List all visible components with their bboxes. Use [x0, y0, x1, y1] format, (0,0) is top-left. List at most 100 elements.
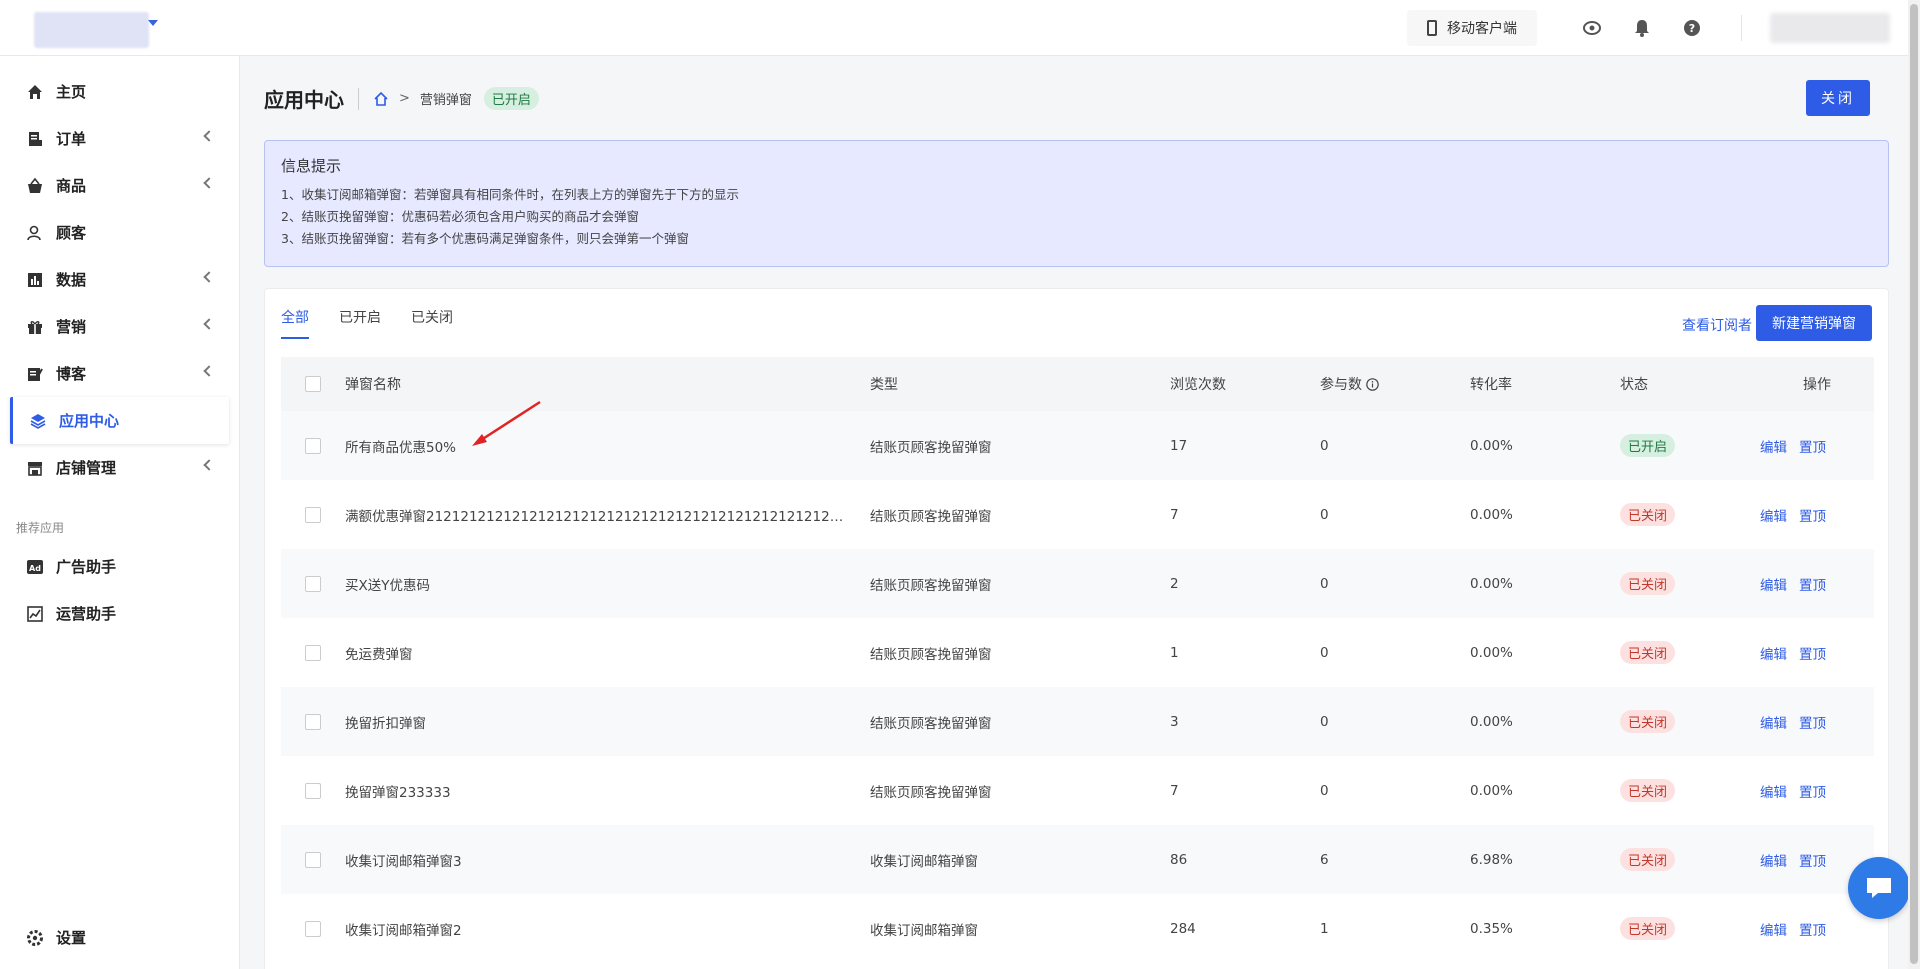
pin-to-top-link[interactable]: 置顶 — [1799, 574, 1826, 594]
home-icon — [26, 83, 44, 101]
popup-views: 2 — [1170, 575, 1179, 592]
scrollbar-thumb[interactable] — [1910, 4, 1918, 964]
edit-link[interactable]: 编辑 — [1760, 712, 1787, 732]
topbar-divider — [1741, 15, 1742, 41]
page-scrollbar[interactable] — [1908, 0, 1920, 969]
help-icon[interactable]: ? — [1667, 0, 1717, 56]
user-account[interactable] — [1770, 13, 1890, 43]
tab-all[interactable]: 全部 — [281, 307, 309, 339]
chat-support-button[interactable] — [1848, 857, 1910, 919]
sidebar-item-label: 广告助手 — [56, 558, 117, 576]
info-line: 2、结账页挽留弹窗：优惠码若必须包含用户购买的商品才会弹窗 — [281, 209, 639, 224]
pin-to-top-link[interactable]: 置顶 — [1799, 643, 1826, 663]
breadcrumb-separator: > — [399, 91, 410, 106]
view-subscribers-link[interactable]: 查看订阅者 — [1682, 315, 1752, 335]
popup-name: 收集订阅邮箱弹窗2 — [345, 922, 462, 939]
popup-type: 结账页顾客挽留弹窗 — [870, 439, 992, 456]
pin-to-top-link[interactable]: 置顶 — [1799, 712, 1826, 732]
edit-link[interactable]: 编辑 — [1760, 781, 1787, 801]
sidebar-item-label: 顾客 — [56, 224, 87, 242]
sidebar-item-customers[interactable]: 顾客 — [0, 209, 239, 256]
new-popup-button[interactable]: 新建营销弹窗 — [1756, 305, 1872, 341]
popup-type: 结账页顾客挽留弹窗 — [870, 646, 992, 663]
table-row: 挽留折扣弹窗 结账页顾客挽留弹窗 3 0 0.00% 已关闭 编辑 置顶 — [281, 687, 1874, 756]
row-checkbox[interactable] — [305, 437, 321, 454]
tab-disabled[interactable]: 已关闭 — [411, 307, 453, 339]
row-checkbox[interactable] — [305, 506, 321, 523]
store-icon — [26, 459, 44, 477]
popup-participants: 0 — [1320, 437, 1329, 454]
status-badge: 已关闭 — [1620, 710, 1676, 733]
close-button[interactable]: 关闭 — [1806, 80, 1870, 116]
store-switch-caret-icon[interactable] — [148, 20, 158, 26]
svg-text:?: ? — [1689, 22, 1695, 35]
popup-name: 挽留折扣弹窗 — [345, 715, 426, 732]
notification-bell-icon[interactable] — [1617, 0, 1667, 56]
edit-link[interactable]: 编辑 — [1760, 574, 1787, 594]
info-title: 信息提示 — [281, 157, 342, 175]
popup-participants: 6 — [1320, 851, 1329, 868]
sidebar-item-ad-assistant[interactable]: Ad 广告助手 — [0, 543, 239, 590]
status-badge: 已开启 — [483, 87, 539, 110]
row-checkbox[interactable] — [305, 713, 321, 730]
pin-to-top-link[interactable]: 置顶 — [1799, 850, 1826, 870]
preview-eye-icon[interactable] — [1567, 0, 1617, 56]
chevron-left-icon — [203, 271, 215, 283]
sidebar-item-app-center[interactable]: 应用中心 — [10, 397, 229, 444]
row-checkbox[interactable] — [305, 782, 321, 799]
annotation-arrow-icon — [472, 400, 541, 446]
svg-text:Ad: Ad — [29, 564, 41, 573]
popup-type: 结账页顾客挽留弹窗 — [870, 715, 992, 732]
sidebar-item-data[interactable]: 数据 — [0, 256, 239, 303]
sidebar-item-marketing[interactable]: 营销 — [0, 303, 239, 350]
pin-to-top-link[interactable]: 置顶 — [1799, 781, 1826, 801]
popup-name: 收集订阅邮箱弹窗3 — [345, 853, 462, 870]
popup-views: 7 — [1170, 506, 1179, 523]
sidebar-item-orders[interactable]: 订单 — [0, 115, 239, 162]
pin-to-top-link[interactable]: 置顶 — [1799, 505, 1826, 525]
popup-type: 收集订阅邮箱弹窗 — [870, 922, 978, 939]
popup-conversion: 6.98% — [1470, 851, 1513, 868]
sidebar-item-store-management[interactable]: 店铺管理 — [0, 444, 239, 491]
home-breadcrumb-icon[interactable] — [373, 91, 389, 107]
basket-icon — [26, 177, 44, 195]
edit-link[interactable]: 编辑 — [1760, 436, 1787, 456]
row-checkbox[interactable] — [305, 851, 321, 868]
popup-participants: 0 — [1320, 575, 1329, 592]
mobile-client-label: 移动客户端 — [1447, 21, 1517, 37]
breadcrumb-current: 营销弹窗 — [419, 93, 472, 108]
table-row: 满额优惠弹窗2121212121212121212121212121212121… — [281, 480, 1874, 549]
order-icon — [26, 130, 44, 148]
popup-conversion: 0.00% — [1470, 575, 1513, 592]
popup-type: 结账页顾客挽留弹窗 — [870, 784, 992, 801]
sidebar-item-settings[interactable]: 设置 — [0, 914, 239, 961]
edit-link[interactable]: 编辑 — [1760, 505, 1787, 525]
column-header-status: 状态 — [1620, 377, 1648, 393]
sidebar-item-ops-assistant[interactable]: 运营助手 — [0, 590, 239, 637]
row-checkbox[interactable] — [305, 575, 321, 592]
column-header-actions: 操作 — [1803, 377, 1831, 393]
store-logo[interactable] — [34, 12, 149, 48]
mobile-client-button[interactable]: 移动客户端 — [1407, 10, 1537, 46]
status-badge: 已关闭 — [1620, 848, 1676, 871]
table-row: 收集订阅邮箱弹窗3 收集订阅邮箱弹窗 86 6 6.98% 已关闭 编辑 置顶 — [281, 825, 1874, 894]
popup-conversion: 0.00% — [1470, 506, 1513, 523]
edit-link[interactable]: 编辑 — [1760, 643, 1787, 663]
select-all-checkbox[interactable] — [305, 376, 321, 392]
edit-link[interactable]: 编辑 — [1760, 850, 1787, 870]
sidebar-item-products[interactable]: 商品 — [0, 162, 239, 209]
status-badge: 已关闭 — [1620, 572, 1676, 595]
pin-to-top-link[interactable]: 置顶 — [1799, 436, 1826, 456]
sidebar-item-label: 博客 — [56, 365, 87, 383]
info-icon[interactable] — [1366, 377, 1379, 391]
pin-to-top-link[interactable]: 置顶 — [1799, 919, 1826, 939]
row-checkbox[interactable] — [305, 644, 321, 661]
popup-name: 免运费弹窗 — [345, 646, 413, 663]
sidebar-item-home[interactable]: 主页 — [0, 68, 239, 115]
sidebar-item-blog[interactable]: 博客 — [0, 350, 239, 397]
tab-enabled[interactable]: 已开启 — [339, 307, 381, 339]
edit-link[interactable]: 编辑 — [1760, 919, 1787, 939]
popup-conversion: 0.00% — [1470, 437, 1513, 454]
row-checkbox[interactable] — [305, 920, 321, 937]
popup-views: 86 — [1170, 851, 1188, 868]
